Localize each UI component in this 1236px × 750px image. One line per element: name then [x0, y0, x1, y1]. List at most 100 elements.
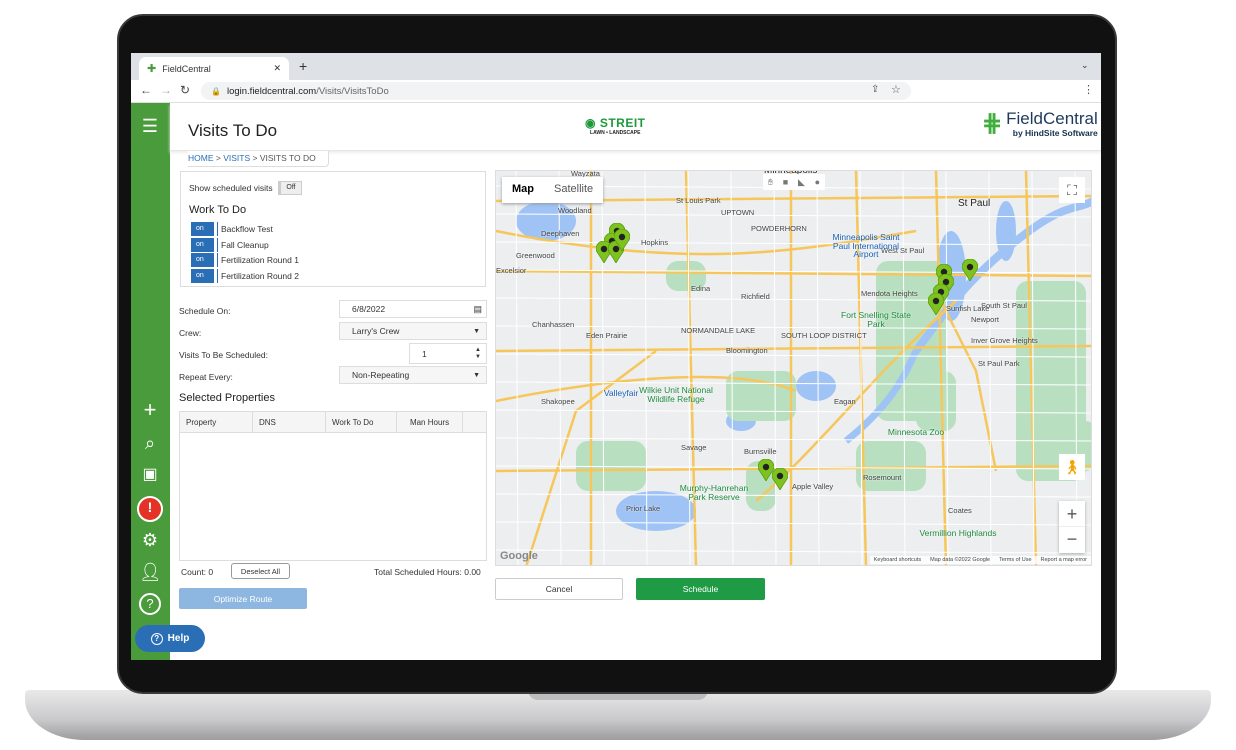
- forward-icon[interactable]: →: [160, 83, 172, 97]
- back-icon[interactable]: ←: [140, 83, 152, 97]
- visits-count-stepper[interactable]: 1 ▲ ▼: [409, 343, 487, 364]
- search-icon[interactable]: ⌕: [139, 432, 161, 454]
- map-tab-map[interactable]: Map: [502, 177, 544, 203]
- work-item-label: Fertilization Round 1: [221, 255, 299, 265]
- map[interactable]: Minneapolis Wayzata St Louis Park UPTOWN POW…: [495, 170, 1092, 566]
- map-place-label: Edina: [691, 284, 711, 293]
- close-tab-icon[interactable]: ✕: [273, 63, 281, 74]
- url-input[interactable]: 🔒 login.fieldcentral.com/Visits/VisitsTo…: [201, 82, 911, 100]
- report-error-link[interactable]: Report a map error: [1041, 557, 1087, 563]
- fieldcentral-logo-icon: ⋕: [982, 110, 1003, 137]
- user-icon[interactable]: 👤︎: [139, 561, 162, 583]
- work-toggle[interactable]: on: [191, 253, 217, 267]
- map-place-label: St Louis Park: [676, 196, 721, 205]
- col-work-to-do[interactable]: Work To Do: [326, 412, 397, 432]
- help-circle-icon: ?: [150, 632, 163, 645]
- share-icon[interactable]: ⇪: [871, 84, 879, 95]
- calendar-add-icon[interactable]: ▣: [139, 464, 161, 486]
- breadcrumb-visits[interactable]: VISITS: [223, 153, 250, 163]
- help-label: Help: [167, 633, 190, 644]
- hand-icon[interactable]: ✋︎: [768, 177, 773, 188]
- street: [601, 171, 605, 565]
- breadcrumb: HOME > VISITS > VISITS TO DO: [188, 151, 329, 167]
- gear-icon[interactable]: ⚙: [139, 529, 161, 551]
- rectangle-icon[interactable]: ■: [783, 177, 788, 187]
- optimize-route-button[interactable]: Optimize Route: [179, 588, 307, 609]
- calendar-icon[interactable]: ▤: [473, 304, 486, 315]
- highway: [496, 344, 1091, 353]
- repeat-select[interactable]: Non-Repeating ▼: [339, 366, 487, 384]
- reload-icon[interactable]: ↻: [180, 83, 190, 97]
- map-marker-icon[interactable]: [771, 467, 789, 491]
- add-icon[interactable]: +: [139, 399, 161, 421]
- map-place-label: Wilkie Unit National Wildlife Refuge: [639, 385, 713, 404]
- tab-title: FieldCentral: [162, 63, 211, 74]
- map-marker-icon[interactable]: [961, 258, 979, 282]
- map-place-label: Burnsville: [744, 447, 777, 456]
- polygon-icon[interactable]: ◣: [798, 177, 805, 188]
- page-header: Visits To Do HOME > VISITS > VISITS TO D…: [170, 103, 1101, 167]
- map-place-label: Coates: [948, 506, 972, 515]
- show-scheduled-toggle[interactable]: Off: [278, 181, 302, 195]
- brand-name: FieldCentral: [1006, 108, 1098, 128]
- browser-tab[interactable]: ✚ FieldCentral ✕: [139, 57, 289, 80]
- visits-count-label: Visits To Be Scheduled:: [179, 350, 268, 360]
- map-place-label: Deephaven: [541, 229, 580, 238]
- map-place-label: POWDERHORN: [751, 224, 807, 233]
- map-place-label: Eagan: [834, 397, 856, 406]
- cancel-button[interactable]: Cancel: [495, 578, 623, 600]
- sidebar: ☰ + ⌕ ▣ ! ⚙ 👤︎ ?: [131, 103, 170, 660]
- zoom-in-icon[interactable]: +: [1059, 501, 1085, 527]
- map-place-label: UPTOWN: [721, 208, 755, 217]
- col-man-hours[interactable]: Man Hours: [397, 412, 463, 432]
- map-place-label: Fort Snelling State Park: [841, 310, 911, 329]
- help-button[interactable]: ? Help: [135, 625, 205, 652]
- schedule-date-input[interactable]: 6/8/2022 ▤: [339, 300, 487, 318]
- client-logo: ◉ STREIT LAWN • LANDSCAPE: [585, 116, 645, 136]
- map-tab-satellite[interactable]: Satellite: [544, 177, 603, 203]
- map-place-label: South St Paul: [981, 301, 1027, 310]
- work-toggle[interactable]: on: [191, 222, 217, 236]
- breadcrumb-home[interactable]: HOME: [188, 153, 214, 163]
- pegman-icon[interactable]: 🚶︎: [1059, 454, 1085, 480]
- alert-icon[interactable]: !: [137, 496, 163, 522]
- work-toggle[interactable]: on: [191, 237, 217, 252]
- map-footer: Keyboard shortcuts Map data ©2022 Google…: [869, 556, 1091, 564]
- map-place-label: Shakopee: [541, 397, 575, 406]
- tab-menu-icon[interactable]: ⌄: [1081, 60, 1089, 71]
- schedule-date-value: 6/8/2022: [352, 304, 386, 314]
- col-dns[interactable]: DNS: [253, 412, 326, 432]
- streit-logo-icon: ◉: [585, 116, 600, 130]
- terms-link[interactable]: Terms of Use: [999, 557, 1031, 563]
- street: [496, 493, 1091, 498]
- stepper-arrows-icon[interactable]: ▲ ▼: [475, 347, 486, 361]
- bookmark-star-icon[interactable]: ☆: [891, 83, 901, 96]
- zoom-out-icon[interactable]: −: [1059, 527, 1085, 553]
- browser-menu-icon[interactable]: ⋮: [1083, 83, 1094, 96]
- keyboard-shortcuts-link[interactable]: Keyboard shortcuts: [874, 557, 921, 563]
- crew-select[interactable]: Larry's Crew ▼: [339, 322, 487, 340]
- map-place-label: Hopkins: [641, 238, 669, 247]
- browser-tab-bar: ✚ FieldCentral ✕ + ⌄: [131, 53, 1101, 80]
- deselect-all-button[interactable]: Deselect All: [231, 563, 290, 579]
- map-marker-icon[interactable]: [927, 292, 945, 316]
- menu-icon[interactable]: ☰: [139, 115, 161, 137]
- fullscreen-icon[interactable]: ⛶: [1059, 177, 1085, 203]
- map-place-label: Mendota Heights: [861, 289, 918, 298]
- help-icon[interactable]: ?: [139, 593, 161, 615]
- map-data-label: Map data ©2022 Google: [930, 557, 991, 563]
- schedule-button[interactable]: Schedule: [636, 578, 765, 600]
- crew-value: Larry's Crew: [352, 326, 400, 336]
- client-logo-sub: LAWN • LANDSCAPE: [590, 130, 641, 136]
- street: [496, 437, 1091, 442]
- map-place-label: Eden Prairie: [586, 331, 628, 340]
- work-item-label: Fertilization Round 2: [221, 270, 299, 281]
- col-property[interactable]: Property: [180, 412, 253, 432]
- map-place-label: Inver Grove Heights: [971, 336, 1038, 345]
- work-toggle[interactable]: on: [191, 268, 217, 283]
- table-header: Property DNS Work To Do Man Hours: [180, 412, 486, 433]
- repeat-label: Repeat Every:: [179, 372, 233, 382]
- map-marker-icon[interactable]: [613, 228, 631, 252]
- circle-icon[interactable]: ●: [815, 177, 820, 187]
- new-tab-icon[interactable]: +: [299, 58, 307, 74]
